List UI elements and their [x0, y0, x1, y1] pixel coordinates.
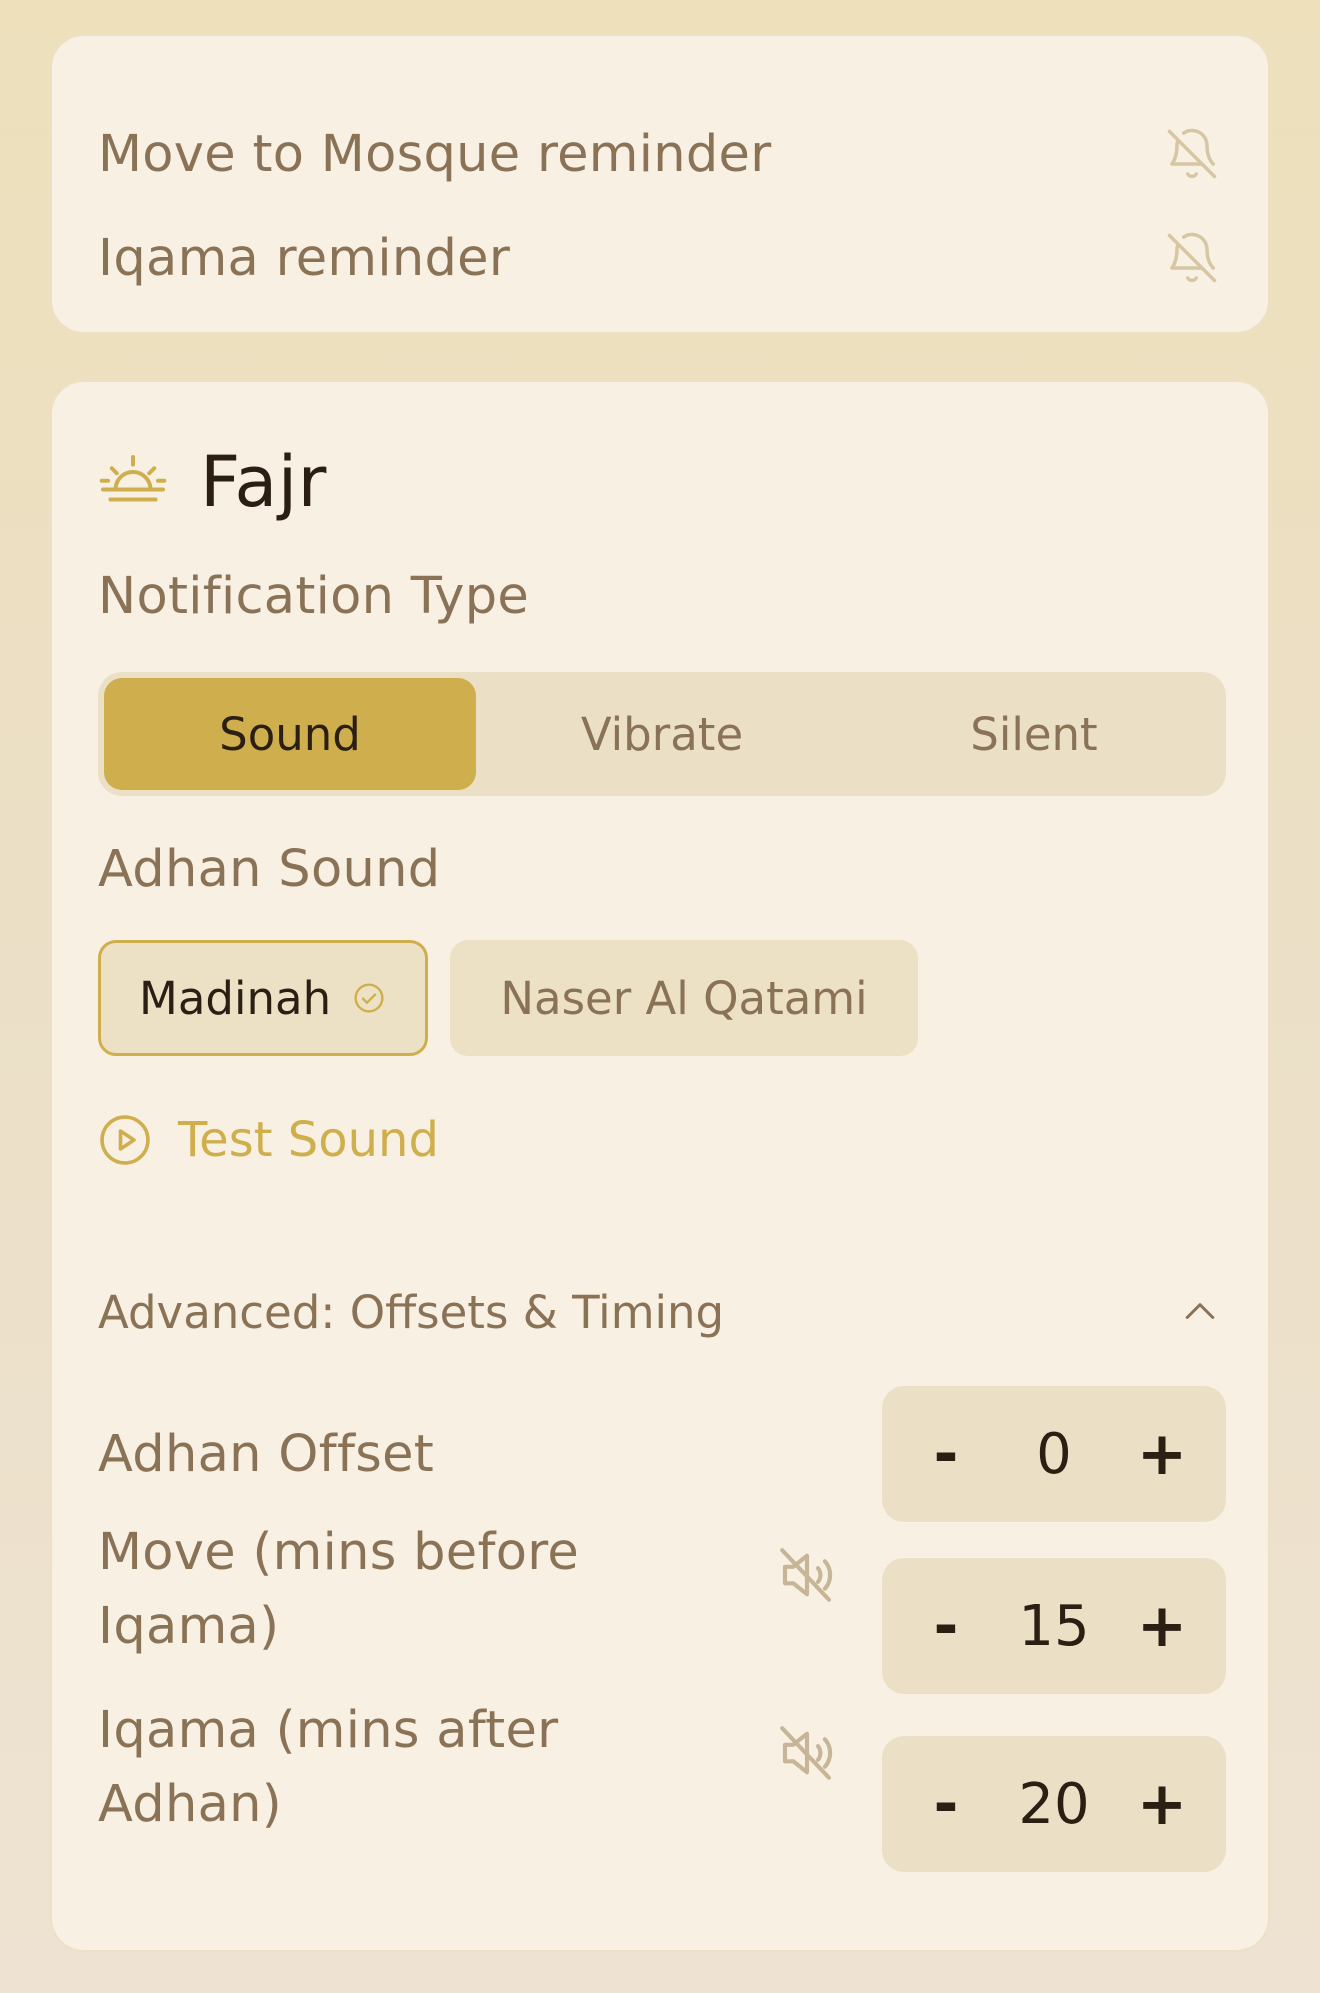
test-sound-button[interactable]: Test Sound — [98, 1100, 439, 1180]
move-offset-label-line2: Iqama) — [98, 1597, 280, 1656]
notification-type-label: Notification Type — [98, 567, 530, 626]
adhan-offset-value: 0 — [1036, 1421, 1072, 1487]
adhan-offset-label: Adhan Offset — [98, 1425, 435, 1484]
speaker-muted-icon[interactable] — [774, 1542, 840, 1608]
move-offset-label: Move (mins before Iqama) — [98, 1516, 579, 1664]
adhan-offset-decrement-button[interactable]: - — [918, 1424, 974, 1484]
notification-option-silent[interactable]: Silent — [848, 678, 1220, 790]
advanced-offsets-toggle[interactable]: Advanced: Offsets & Timing — [98, 1272, 1222, 1352]
iqama-reminder-row[interactable]: Iqama reminder — [98, 218, 1222, 298]
speaker-muted-icon[interactable] — [774, 1720, 840, 1786]
adhan-option-naser-al-qatami[interactable]: Naser Al Qatami — [450, 940, 918, 1056]
iqama-offset-increment-button[interactable]: + — [1134, 1774, 1190, 1834]
iqama-offset-value: 20 — [1018, 1771, 1090, 1837]
sunrise-icon — [99, 455, 167, 502]
bell-off-icon[interactable] — [1162, 228, 1222, 288]
adhan-offset-stepper: - 0 + — [882, 1386, 1226, 1522]
prayer-title: Fajr — [200, 441, 327, 523]
move-to-mosque-reminder-row[interactable]: Move to Mosque reminder — [98, 114, 1222, 194]
move-offset-label-line1: Move (mins before — [98, 1523, 580, 1582]
test-sound-label: Test Sound — [178, 1112, 439, 1168]
iqama-offset-label-line2: Adhan) — [98, 1775, 282, 1834]
reminders-card: Move to Mosque reminder Iqama reminder — [50, 34, 1270, 334]
play-circle-icon — [100, 1115, 150, 1165]
move-to-mosque-reminder-label: Move to Mosque reminder — [98, 124, 772, 184]
move-offset-increment-button[interactable]: + — [1134, 1596, 1190, 1656]
move-offset-decrement-button[interactable]: - — [918, 1596, 974, 1656]
bell-off-icon[interactable] — [1162, 124, 1222, 184]
iqama-offset-label: Iqama (mins after Adhan) — [98, 1694, 558, 1842]
iqama-offset-label-line1: Iqama (mins after — [98, 1701, 559, 1760]
iqama-reminder-label: Iqama reminder — [98, 228, 511, 288]
adhan-option-madinah-label: Madinah — [139, 971, 332, 1025]
notification-option-sound[interactable]: Sound — [104, 678, 476, 790]
iqama-offset-decrement-button[interactable]: - — [918, 1774, 974, 1834]
move-offset-value: 15 — [1018, 1593, 1090, 1659]
notification-type-selector: Sound Vibrate Silent — [98, 672, 1226, 796]
move-offset-stepper: - 15 + — [882, 1558, 1226, 1694]
fajr-card: Fajr Notification Type Sound Vibrate Sil… — [50, 380, 1270, 1952]
adhan-sound-label: Adhan Sound — [98, 840, 441, 899]
notification-option-vibrate[interactable]: Vibrate — [476, 678, 848, 790]
adhan-offset-increment-button[interactable]: + — [1134, 1424, 1190, 1484]
advanced-offsets-label: Advanced: Offsets & Timing — [98, 1285, 725, 1339]
iqama-offset-stepper: - 20 + — [882, 1736, 1226, 1872]
adhan-option-madinah[interactable]: Madinah — [98, 940, 428, 1056]
check-circle-icon — [354, 983, 384, 1013]
fajr-header: Fajr — [98, 432, 327, 532]
chevron-up-icon[interactable] — [1178, 1290, 1222, 1334]
adhan-option-naser-al-qatami-label: Naser Al Qatami — [500, 971, 868, 1025]
